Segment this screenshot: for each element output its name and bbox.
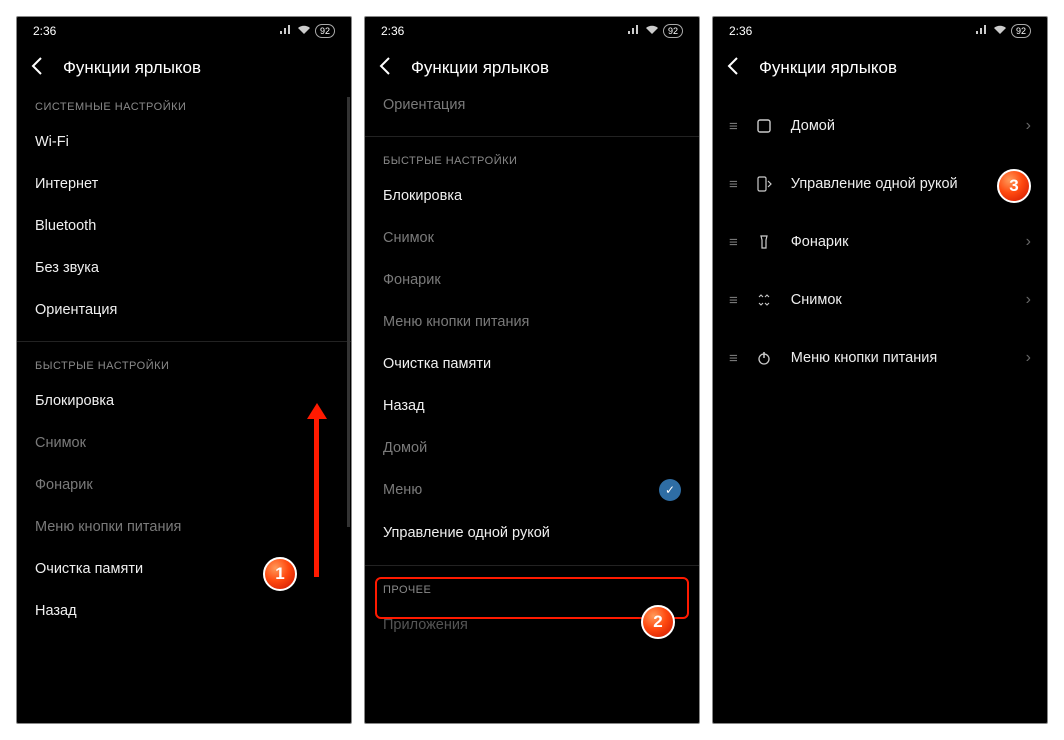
row-ram-clean[interactable]: Очистка памяти: [17, 548, 351, 590]
row-lock[interactable]: Блокировка: [17, 380, 351, 422]
status-right: 92: [627, 24, 683, 38]
row-bluetooth[interactable]: Bluetooth: [17, 205, 351, 247]
status-bar: 2:36 92: [713, 17, 1047, 45]
one-hand-icon: [755, 176, 773, 192]
content-list: Ориентация БЫСТРЫЕ НАСТРОЙКИ Блокировка …: [365, 97, 699, 633]
reorder-label: Снимок: [791, 292, 1008, 308]
drag-handle-icon[interactable]: ≡: [729, 292, 737, 309]
reorder-label: Фонарик: [791, 234, 1008, 250]
row-power-menu[interactable]: Меню кнопки питания: [365, 301, 699, 343]
row-wifi[interactable]: Wi-Fi: [17, 121, 351, 163]
row-orientation[interactable]: Ориентация: [17, 289, 351, 331]
page-title: Функции ярлыков: [759, 58, 897, 78]
drag-handle-icon[interactable]: ≡: [729, 234, 737, 251]
status-right: 92: [279, 24, 335, 38]
phone-screen-3: 2:36 92 Функции ярлыков ≡ Домой › ≡ Упра…: [712, 16, 1048, 724]
app-header: Функции ярлыков: [17, 45, 351, 97]
row-one-hand-label: Управление одной рукой: [383, 525, 550, 541]
reorder-row-flashlight[interactable]: ≡ Фонарик ›: [713, 213, 1047, 271]
step-marker-3: 3: [997, 169, 1031, 203]
phone-screen-1: 2:36 92 Функции ярлыков СИСТЕМНЫЕ НАСТРО…: [16, 16, 352, 724]
drag-handle-icon[interactable]: ≡: [729, 176, 737, 193]
reorder-label: Домой: [791, 118, 1008, 134]
signal-icon: [975, 24, 989, 38]
row-ram-clean[interactable]: Очистка памяти: [365, 343, 699, 385]
battery-pill: 92: [663, 24, 683, 38]
reorder-row-power-menu[interactable]: ≡ Меню кнопки питания ›: [713, 329, 1047, 387]
signal-icon: [627, 24, 641, 38]
reorder-list: ≡ Домой › ≡ Управление одной рукой › ≡ Ф…: [713, 97, 1047, 387]
power-icon: [755, 350, 773, 366]
scrollbar[interactable]: [347, 97, 350, 527]
row-flashlight[interactable]: Фонарик: [17, 464, 351, 506]
phone-screen-2: 2:36 92 Функции ярлыков Ориентация БЫСТР…: [364, 16, 700, 724]
status-right: 92: [975, 24, 1031, 38]
row-internet[interactable]: Интернет: [17, 163, 351, 205]
row-one-hand[interactable]: Управление одной рукой: [365, 511, 699, 555]
status-time: 2:36: [33, 24, 56, 38]
drag-handle-icon[interactable]: ≡: [729, 350, 737, 367]
status-bar: 2:36 92: [17, 17, 351, 45]
wifi-icon: [645, 24, 659, 38]
app-header: Функции ярлыков: [365, 45, 699, 97]
row-mute[interactable]: Без звука: [17, 247, 351, 289]
chevron-right-icon: ›: [1026, 233, 1031, 251]
status-bar: 2:36 92: [365, 17, 699, 45]
row-power-menu[interactable]: Меню кнопки питания: [17, 506, 351, 548]
back-icon[interactable]: [727, 57, 739, 79]
page-title: Функции ярлыков: [63, 58, 201, 78]
scroll-up-arrow-icon: [314, 417, 319, 577]
content-list: СИСТЕМНЫЕ НАСТРОЙКИ Wi-Fi Интернет Bluet…: [17, 97, 351, 632]
row-screenshot[interactable]: Снимок: [17, 422, 351, 464]
battery-pill: 92: [315, 24, 335, 38]
section-system: СИСТЕМНЫЕ НАСТРОЙКИ: [17, 97, 351, 121]
back-icon[interactable]: [379, 57, 391, 79]
step-marker-1: 1: [263, 557, 297, 591]
battery-pill: 92: [1011, 24, 1031, 38]
home-icon: [755, 118, 773, 134]
row-flashlight[interactable]: Фонарик: [365, 259, 699, 301]
status-time: 2:36: [381, 24, 404, 38]
reorder-label: Меню кнопки питания: [791, 350, 1008, 366]
chevron-right-icon: ›: [1026, 291, 1031, 309]
screenshot-icon: [755, 292, 773, 308]
wifi-icon: [993, 24, 1007, 38]
section-quick: БЫСТРЫЕ НАСТРОЙКИ: [365, 137, 699, 175]
signal-icon: [279, 24, 293, 38]
back-icon[interactable]: [31, 57, 43, 79]
reorder-row-screenshot[interactable]: ≡ Снимок ›: [713, 271, 1047, 329]
wifi-icon: [297, 24, 311, 38]
app-header: Функции ярлыков: [713, 45, 1047, 97]
row-back[interactable]: Назад: [17, 590, 351, 632]
chevron-right-icon: ›: [1026, 117, 1031, 135]
row-home[interactable]: Домой: [365, 427, 699, 469]
row-lock[interactable]: Блокировка: [365, 175, 699, 217]
reorder-row-home[interactable]: ≡ Домой ›: [713, 97, 1047, 155]
section-other: ПРОЧЕЕ: [365, 566, 699, 604]
row-orientation-cut[interactable]: Ориентация: [365, 97, 699, 126]
step-marker-2: 2: [641, 605, 675, 639]
page-title: Функции ярлыков: [411, 58, 549, 78]
row-menu[interactable]: Меню ✓: [365, 469, 699, 511]
flashlight-icon: [755, 234, 773, 250]
row-back[interactable]: Назад: [365, 385, 699, 427]
reorder-label: Управление одной рукой: [791, 176, 1008, 192]
section-quick: БЫСТРЫЕ НАСТРОЙКИ: [17, 342, 351, 380]
row-screenshot[interactable]: Снимок: [365, 217, 699, 259]
chevron-right-icon: ›: [1026, 349, 1031, 367]
check-icon: ✓: [659, 479, 681, 501]
status-time: 2:36: [729, 24, 752, 38]
drag-handle-icon[interactable]: ≡: [729, 118, 737, 135]
row-menu-label: Меню: [383, 482, 422, 498]
